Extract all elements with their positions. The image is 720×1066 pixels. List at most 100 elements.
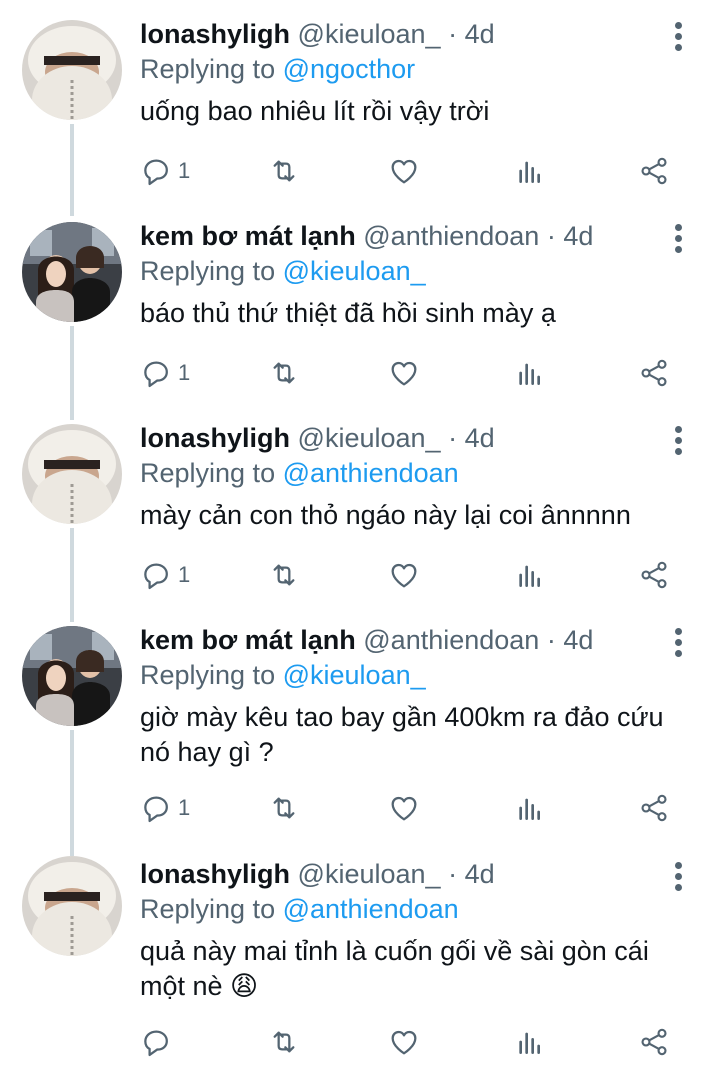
tweet-header: kem bơ mát lạnh @anthiendoan · 4d bbox=[140, 625, 593, 656]
replying-to-label: Replying to bbox=[140, 256, 276, 286]
like-button[interactable] bbox=[388, 355, 420, 391]
share-button[interactable] bbox=[638, 1024, 670, 1060]
separator-dot: · bbox=[448, 859, 458, 889]
share-button[interactable] bbox=[638, 355, 670, 391]
replying-to-link[interactable]: @anthiendoan bbox=[283, 894, 459, 924]
like-button[interactable] bbox=[388, 557, 420, 593]
reply-icon bbox=[144, 1030, 168, 1057]
more-options-icon[interactable] bbox=[664, 426, 692, 460]
user-hood-avatar-icon bbox=[22, 424, 122, 524]
retweet-button[interactable] bbox=[268, 557, 300, 593]
more-options-icon[interactable] bbox=[664, 22, 692, 56]
reply-icon bbox=[144, 796, 168, 823]
display-name[interactable]: lonashyligh bbox=[140, 423, 290, 453]
user-handle[interactable]: @kieuloan_ bbox=[298, 19, 441, 49]
analytics-button[interactable] bbox=[514, 790, 546, 826]
tweet-actions: 1 bbox=[140, 557, 700, 593]
reply-count: 1 bbox=[178, 795, 191, 820]
analytics-button[interactable] bbox=[514, 1024, 546, 1060]
analytics-icon bbox=[519, 1032, 540, 1054]
more-options-icon[interactable] bbox=[664, 628, 692, 662]
replying-to-link[interactable]: @ngocthor bbox=[283, 54, 415, 84]
user-hood-avatar-icon bbox=[22, 856, 122, 956]
tweet-header: kem bơ mát lạnh @anthiendoan · 4d bbox=[140, 221, 593, 252]
analytics-button[interactable] bbox=[514, 557, 546, 593]
user-handle[interactable]: @kieuloan_ bbox=[298, 859, 441, 889]
timestamp[interactable]: 4d bbox=[465, 423, 495, 453]
tweet[interactable]: kem bơ mát lạnh @anthiendoan · 4d Replyi… bbox=[0, 606, 720, 842]
reply-button[interactable]: 1 bbox=[140, 557, 190, 593]
reply-button[interactable] bbox=[140, 1024, 178, 1060]
display-name[interactable]: lonashyligh bbox=[140, 19, 290, 49]
avatar[interactable] bbox=[22, 856, 122, 956]
timestamp[interactable]: 4d bbox=[465, 19, 495, 49]
tweet-header: lonashyligh @kieuloan_ · 4d bbox=[140, 19, 495, 50]
heart-icon bbox=[391, 563, 417, 588]
analytics-button[interactable] bbox=[514, 153, 546, 189]
reply-icon bbox=[144, 159, 168, 186]
replying-to: Replying to @anthiendoan bbox=[140, 458, 459, 489]
share-button[interactable] bbox=[638, 790, 670, 826]
tweet-text: giờ mày kêu tao bay gần 400km ra đảo cứu… bbox=[140, 702, 664, 767]
reply-button[interactable]: 1 bbox=[140, 355, 190, 391]
more-options-icon[interactable] bbox=[664, 224, 692, 258]
retweet-icon bbox=[273, 362, 295, 384]
tweet-header: lonashyligh @kieuloan_ · 4d bbox=[140, 859, 495, 890]
like-button[interactable] bbox=[388, 790, 420, 826]
analytics-icon bbox=[519, 798, 540, 820]
timestamp[interactable]: 4d bbox=[563, 625, 593, 655]
retweet-button[interactable] bbox=[268, 153, 300, 189]
tweet-text: uống bao nhiêu lít rồi vậy trời bbox=[140, 96, 490, 126]
separator-dot: · bbox=[546, 221, 556, 251]
user-handle[interactable]: @anthiendoan bbox=[363, 625, 539, 655]
display-name[interactable]: kem bơ mát lạnh bbox=[140, 221, 356, 251]
tweet[interactable]: lonashyligh @kieuloan_ · 4d Replying to … bbox=[0, 842, 720, 1066]
reply-count: 1 bbox=[178, 360, 191, 385]
tweet[interactable]: lonashyligh @kieuloan_ · 4d Replying to … bbox=[0, 404, 720, 606]
display-name[interactable]: lonashyligh bbox=[140, 859, 290, 889]
tweet-header: lonashyligh @kieuloan_ · 4d bbox=[140, 423, 495, 454]
more-options-icon[interactable] bbox=[664, 862, 692, 896]
display-name[interactable]: kem bơ mát lạnh bbox=[140, 625, 356, 655]
retweet-button[interactable] bbox=[268, 1024, 300, 1060]
timestamp[interactable]: 4d bbox=[563, 221, 593, 251]
retweet-icon bbox=[273, 797, 295, 819]
reply-count: 1 bbox=[178, 562, 191, 587]
reply-button[interactable]: 1 bbox=[140, 153, 190, 189]
analytics-button[interactable] bbox=[514, 355, 546, 391]
tweet-actions: 1 bbox=[140, 790, 700, 826]
avatar[interactable] bbox=[22, 626, 122, 726]
user-hood-avatar-icon bbox=[22, 20, 122, 120]
avatar[interactable] bbox=[22, 424, 122, 524]
user-handle[interactable]: @anthiendoan bbox=[363, 221, 539, 251]
reply-button[interactable]: 1 bbox=[140, 790, 190, 826]
share-button[interactable] bbox=[638, 153, 670, 189]
analytics-icon bbox=[519, 565, 540, 587]
tweet-actions bbox=[140, 1024, 700, 1060]
tweet[interactable]: lonashyligh @kieuloan_ · 4d Replying to … bbox=[0, 0, 720, 202]
replying-to-link[interactable]: @kieuloan_ bbox=[283, 660, 426, 690]
share-button[interactable] bbox=[638, 557, 670, 593]
retweet-button[interactable] bbox=[268, 790, 300, 826]
avatar[interactable] bbox=[22, 222, 122, 322]
replying-to-link[interactable]: @anthiendoan bbox=[283, 458, 459, 488]
replying-to-link[interactable]: @kieuloan_ bbox=[283, 256, 426, 286]
retweet-icon bbox=[273, 160, 295, 182]
tweet-actions: 1 bbox=[140, 355, 700, 391]
tweet[interactable]: kem bơ mát lạnh @anthiendoan · 4d Replyi… bbox=[0, 202, 720, 404]
heart-icon bbox=[391, 361, 417, 386]
timestamp[interactable]: 4d bbox=[465, 859, 495, 889]
like-button[interactable] bbox=[388, 153, 420, 189]
like-button[interactable] bbox=[388, 1024, 420, 1060]
two-people-avatar-icon bbox=[22, 626, 122, 726]
retweet-button[interactable] bbox=[268, 355, 300, 391]
analytics-icon bbox=[519, 363, 540, 385]
avatar[interactable] bbox=[22, 20, 122, 120]
retweet-icon bbox=[273, 564, 295, 586]
replying-to-label: Replying to bbox=[140, 54, 276, 84]
reply-icon bbox=[144, 563, 168, 590]
tweet-actions: 1 bbox=[140, 153, 700, 189]
replying-to-label: Replying to bbox=[140, 894, 276, 924]
user-handle[interactable]: @kieuloan_ bbox=[298, 423, 441, 453]
separator-dot: · bbox=[546, 625, 556, 655]
